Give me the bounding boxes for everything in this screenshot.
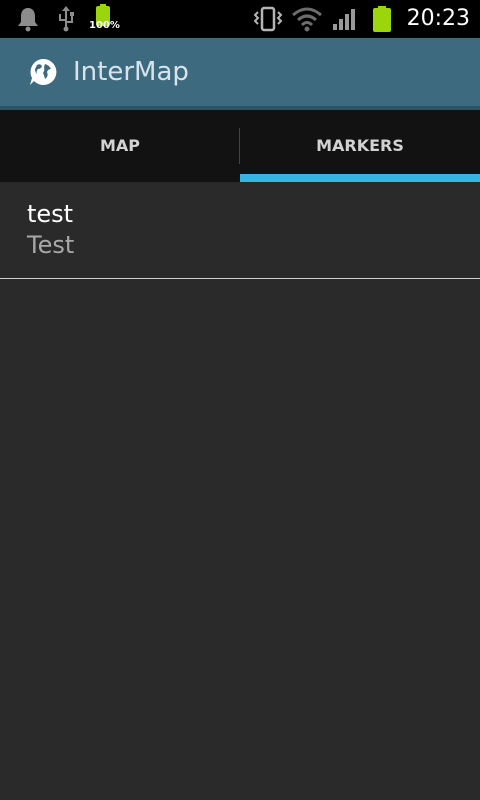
battery-icon: [373, 6, 391, 32]
tab-markers[interactable]: MARKERS: [240, 110, 480, 182]
vibrate-icon: [253, 6, 283, 32]
notification-bell-icon: [18, 8, 38, 32]
tab-markers-label: MARKERS: [316, 135, 404, 155]
clock: 20:23: [406, 6, 470, 31]
list-divider: [0, 278, 480, 279]
marker-list-item[interactable]: test Test: [0, 182, 480, 278]
signal-icon: [333, 9, 355, 30]
action-bar: InterMap: [0, 38, 480, 106]
usb-icon: [59, 6, 74, 32]
tab-map-label: MAP: [99, 135, 141, 155]
globe-chat-icon[interactable]: [28, 57, 58, 87]
tab-selected-indicator: [240, 174, 480, 182]
app-title: InterMap: [73, 57, 189, 87]
marker-title: test: [27, 200, 74, 228]
battery-percent: 100%: [89, 20, 120, 31]
tab-bar: MAP MARKERS: [0, 110, 480, 182]
wifi-icon: [292, 7, 322, 32]
tab-map[interactable]: MAP: [0, 110, 240, 182]
marker-subtitle: Test: [27, 231, 75, 259]
status-bar: 100% 20:23: [0, 0, 480, 38]
